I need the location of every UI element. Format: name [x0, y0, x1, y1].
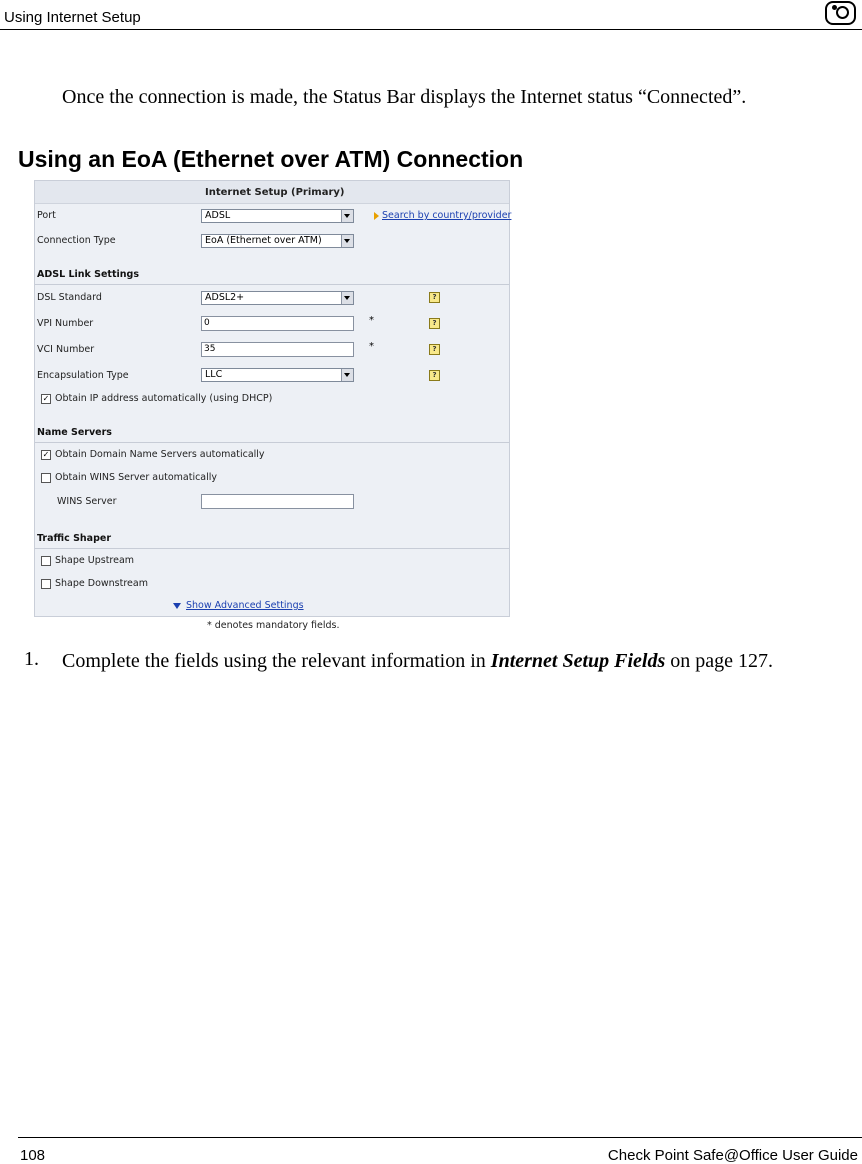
wins-server-field[interactable]	[201, 494, 354, 509]
header-rule	[0, 29, 862, 30]
footer-rule	[18, 1137, 862, 1138]
shape-upstream-checkbox[interactable]	[41, 556, 51, 566]
port-select[interactable]: ADSL	[201, 209, 354, 223]
obtain-wins-checkbox[interactable]	[41, 473, 51, 483]
vpi-number-field[interactable]: 0	[201, 316, 354, 331]
mandatory-fields-note: * denotes mandatory fields.	[207, 620, 340, 631]
connection-type-select[interactable]: EoA (Ethernet over ATM)	[201, 234, 354, 248]
chevron-down-icon	[341, 369, 353, 381]
running-header-title: Using Internet Setup	[4, 9, 141, 26]
section-heading: Using an EoA (Ethernet over ATM) Connect…	[18, 146, 524, 172]
help-icon[interactable]: ?	[429, 344, 440, 355]
encapsulation-type-label: Encapsulation Type	[37, 370, 129, 381]
help-icon[interactable]: ?	[429, 292, 440, 303]
expand-triangle-icon	[173, 603, 181, 609]
chevron-down-icon	[341, 292, 353, 304]
help-icon[interactable]: ?	[429, 370, 440, 381]
obtain-ip-label: Obtain IP address automatically (using D…	[55, 393, 273, 404]
required-marker: *	[369, 341, 374, 352]
required-marker: *	[369, 315, 374, 326]
connection-type-label: Connection Type	[37, 235, 116, 246]
check-point-logo-icon	[825, 1, 856, 25]
dsl-standard-select[interactable]: ADSL2+	[201, 291, 354, 305]
wins-server-label: WINS Server	[57, 496, 117, 507]
vci-number-field[interactable]: 35	[201, 342, 354, 357]
vci-number-label: VCI Number	[37, 344, 95, 355]
help-icon[interactable]: ?	[429, 318, 440, 329]
step-number: 1.	[24, 648, 39, 670]
section-divider	[35, 284, 509, 285]
page-number: 108	[20, 1147, 46, 1164]
name-servers-heading: Name Servers	[37, 427, 112, 438]
encapsulation-type-select[interactable]: LLC	[201, 368, 354, 382]
internet-setup-screenshot: Internet Setup (Primary) Port ADSL Searc…	[20, 179, 512, 631]
step-text: Complete the fields using the relevant i…	[62, 650, 774, 672]
adsl-link-settings-heading: ADSL Link Settings	[37, 269, 139, 280]
panel-title-bar: Internet Setup (Primary)	[35, 181, 509, 204]
show-advanced-settings-link[interactable]: Show Advanced Settings	[186, 600, 304, 611]
shape-upstream-label: Shape Upstream	[55, 555, 135, 566]
obtain-wins-label: Obtain WINS Server automatically	[55, 472, 218, 483]
guide-title: Check Point Safe@Office User Guide	[607, 1147, 858, 1164]
section-divider	[35, 548, 509, 549]
dsl-standard-label: DSL Standard	[37, 292, 102, 303]
obtain-ip-checkbox[interactable]: ✓	[41, 394, 51, 404]
panel-title: Internet Setup (Primary)	[205, 187, 345, 198]
port-label: Port	[37, 210, 56, 221]
internet-setup-panel: Internet Setup (Primary) Port ADSL Searc…	[34, 180, 511, 617]
chevron-down-icon	[341, 235, 353, 247]
shape-downstream-checkbox[interactable]	[41, 579, 51, 589]
traffic-shaper-heading: Traffic Shaper	[37, 533, 112, 544]
obtain-dns-label: Obtain Domain Name Servers automatically	[55, 449, 265, 460]
obtain-dns-checkbox[interactable]: ✓	[41, 450, 51, 460]
shape-downstream-label: Shape Downstream	[55, 578, 148, 589]
intro-paragraph: Once the connection is made, the Status …	[62, 86, 747, 108]
arrow-right-icon	[374, 212, 379, 220]
vpi-number-label: VPI Number	[37, 318, 94, 329]
section-divider	[35, 442, 509, 443]
search-by-country-link[interactable]: Search by country/provider	[382, 210, 511, 221]
cross-reference: Internet Setup Fields	[490, 650, 666, 672]
chevron-down-icon	[341, 210, 353, 222]
